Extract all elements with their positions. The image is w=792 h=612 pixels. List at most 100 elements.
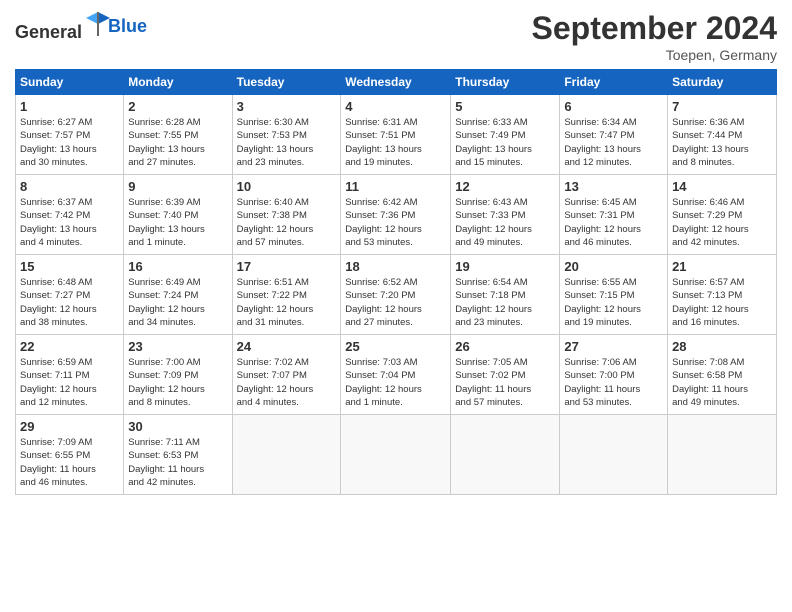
- table-row: 2 Sunrise: 6:28 AM Sunset: 7:55 PM Daylig…: [124, 95, 232, 175]
- day-number: 25: [345, 339, 446, 354]
- table-row: 7 Sunrise: 6:36 AM Sunset: 7:44 PM Daylig…: [668, 95, 777, 175]
- calendar-table: Sunday Monday Tuesday Wednesday Thursday…: [15, 69, 777, 495]
- day-info: Sunrise: 6:37 AM Sunset: 7:42 PM Dayligh…: [20, 196, 119, 249]
- table-row: 20Sunrise: 6:55 AM Sunset: 7:15 PM Dayli…: [560, 255, 668, 335]
- day-number: 21: [672, 259, 772, 274]
- logo-general: General: [15, 22, 82, 42]
- col-tuesday: Tuesday: [232, 70, 341, 95]
- day-number: 8: [20, 179, 119, 194]
- table-row: [560, 415, 668, 495]
- calendar-header: General Blue September 2024 Toepen, Germ…: [15, 10, 777, 63]
- col-sunday: Sunday: [16, 70, 124, 95]
- table-row: [341, 415, 451, 495]
- table-row: [668, 415, 777, 495]
- day-number: 4: [345, 99, 446, 114]
- table-row: 9 Sunrise: 6:39 AM Sunset: 7:40 PM Daylig…: [124, 175, 232, 255]
- month-title: September 2024: [532, 10, 777, 47]
- day-number: 29: [20, 419, 119, 434]
- calendar-page: General Blue September 2024 Toepen, Germ…: [0, 0, 792, 505]
- day-info: Sunrise: 7:08 AM Sunset: 6:58 PM Dayligh…: [672, 356, 772, 409]
- table-row: 23 Sunrise: 7:00 AM Sunset: 7:09 PM Dayli…: [124, 335, 232, 415]
- day-info: Sunrise: 6:46 AM Sunset: 7:29 PM Dayligh…: [672, 196, 772, 249]
- day-number: 17: [237, 259, 337, 274]
- table-row: 13 Sunrise: 6:45 AM Sunset: 7:31 PM Dayli…: [560, 175, 668, 255]
- day-info: Sunrise: 7:02 AM Sunset: 7:07 PM Dayligh…: [237, 356, 337, 409]
- calendar-header-row: Sunday Monday Tuesday Wednesday Thursday…: [16, 70, 777, 95]
- col-monday: Monday: [124, 70, 232, 95]
- day-number: 30: [128, 419, 227, 434]
- day-number: 22: [20, 339, 119, 354]
- day-number: 12: [455, 179, 555, 194]
- table-row: 22Sunrise: 6:59 AM Sunset: 7:11 PM Dayli…: [16, 335, 124, 415]
- table-row: [232, 415, 341, 495]
- day-number: 18: [345, 259, 446, 274]
- table-row: 17 Sunrise: 6:51 AM Sunset: 7:22 PM Dayli…: [232, 255, 341, 335]
- table-row: 11Sunrise: 6:42 AM Sunset: 7:36 PM Dayli…: [341, 175, 451, 255]
- table-row: 16Sunrise: 6:49 AM Sunset: 7:24 PM Dayli…: [124, 255, 232, 335]
- table-row: 30 Sunrise: 7:11 AM Sunset: 6:53 PM Dayli…: [124, 415, 232, 495]
- table-row: 29 Sunrise: 7:09 AM Sunset: 6:55 PM Dayli…: [16, 415, 124, 495]
- day-number: 10: [237, 179, 337, 194]
- day-info: Sunrise: 6:30 AM Sunset: 7:53 PM Dayligh…: [237, 116, 337, 169]
- day-info: Sunrise: 6:36 AM Sunset: 7:44 PM Dayligh…: [672, 116, 772, 169]
- table-row: 6 Sunrise: 6:34 AM Sunset: 7:47 PM Daylig…: [560, 95, 668, 175]
- table-row: 4 Sunrise: 6:31 AM Sunset: 7:51 PM Daylig…: [341, 95, 451, 175]
- day-info: Sunrise: 7:11 AM Sunset: 6:53 PM Dayligh…: [128, 436, 227, 489]
- table-row: 25 Sunrise: 7:03 AM Sunset: 7:04 PM Dayli…: [341, 335, 451, 415]
- day-number: 6: [564, 99, 663, 114]
- day-info: Sunrise: 6:33 AM Sunset: 7:49 PM Dayligh…: [455, 116, 555, 169]
- table-row: 19Sunrise: 6:54 AM Sunset: 7:18 PM Dayli…: [451, 255, 560, 335]
- table-row: 18Sunrise: 6:52 AM Sunset: 7:20 PM Dayli…: [341, 255, 451, 335]
- table-row: 21Sunrise: 6:57 AM Sunset: 7:13 PM Dayli…: [668, 255, 777, 335]
- day-info: Sunrise: 6:28 AM Sunset: 7:55 PM Dayligh…: [128, 116, 227, 169]
- calendar-week-row: 22Sunrise: 6:59 AM Sunset: 7:11 PM Dayli…: [16, 335, 777, 415]
- day-info: Sunrise: 6:45 AM Sunset: 7:31 PM Dayligh…: [564, 196, 663, 249]
- day-number: 27: [564, 339, 663, 354]
- table-row: 26 Sunrise: 7:05 AM Sunset: 7:02 PM Dayli…: [451, 335, 560, 415]
- day-number: 1: [20, 99, 119, 114]
- table-row: 8 Sunrise: 6:37 AM Sunset: 7:42 PM Daylig…: [16, 175, 124, 255]
- col-saturday: Saturday: [668, 70, 777, 95]
- calendar-week-row: 1Sunrise: 6:27 AM Sunset: 7:57 PM Daylig…: [16, 95, 777, 175]
- table-row: 24 Sunrise: 7:02 AM Sunset: 7:07 PM Dayli…: [232, 335, 341, 415]
- day-number: 26: [455, 339, 555, 354]
- col-wednesday: Wednesday: [341, 70, 451, 95]
- day-number: 24: [237, 339, 337, 354]
- day-number: 20: [564, 259, 663, 274]
- day-number: 11: [345, 179, 446, 194]
- day-info: Sunrise: 6:51 AM Sunset: 7:22 PM Dayligh…: [237, 276, 337, 329]
- table-row: 1Sunrise: 6:27 AM Sunset: 7:57 PM Daylig…: [16, 95, 124, 175]
- day-number: 13: [564, 179, 663, 194]
- day-number: 3: [237, 99, 337, 114]
- day-number: 5: [455, 99, 555, 114]
- day-number: 14: [672, 179, 772, 194]
- calendar-week-row: 29 Sunrise: 7:09 AM Sunset: 6:55 PM Dayli…: [16, 415, 777, 495]
- day-info: Sunrise: 7:05 AM Sunset: 7:02 PM Dayligh…: [455, 356, 555, 409]
- day-info: Sunrise: 6:34 AM Sunset: 7:47 PM Dayligh…: [564, 116, 663, 169]
- table-row: 28Sunrise: 7:08 AM Sunset: 6:58 PM Dayli…: [668, 335, 777, 415]
- day-number: 16: [128, 259, 227, 274]
- day-number: 7: [672, 99, 772, 114]
- day-info: Sunrise: 7:06 AM Sunset: 7:00 PM Dayligh…: [564, 356, 663, 409]
- day-number: 9: [128, 179, 227, 194]
- day-info: Sunrise: 6:54 AM Sunset: 7:18 PM Dayligh…: [455, 276, 555, 329]
- day-info: Sunrise: 7:03 AM Sunset: 7:04 PM Dayligh…: [345, 356, 446, 409]
- day-info: Sunrise: 6:40 AM Sunset: 7:38 PM Dayligh…: [237, 196, 337, 249]
- day-number: 2: [128, 99, 227, 114]
- calendar-body: 1Sunrise: 6:27 AM Sunset: 7:57 PM Daylig…: [16, 95, 777, 495]
- day-number: 23: [128, 339, 227, 354]
- location: Toepen, Germany: [532, 47, 777, 63]
- table-row: 14 Sunrise: 6:46 AM Sunset: 7:29 PM Dayli…: [668, 175, 777, 255]
- day-info: Sunrise: 7:09 AM Sunset: 6:55 PM Dayligh…: [20, 436, 119, 489]
- day-info: Sunrise: 7:00 AM Sunset: 7:09 PM Dayligh…: [128, 356, 227, 409]
- calendar-week-row: 15 Sunrise: 6:48 AM Sunset: 7:27 PM Dayli…: [16, 255, 777, 335]
- table-row: [451, 415, 560, 495]
- day-info: Sunrise: 6:48 AM Sunset: 7:27 PM Dayligh…: [20, 276, 119, 329]
- day-info: Sunrise: 6:31 AM Sunset: 7:51 PM Dayligh…: [345, 116, 446, 169]
- col-thursday: Thursday: [451, 70, 560, 95]
- day-info: Sunrise: 6:43 AM Sunset: 7:33 PM Dayligh…: [455, 196, 555, 249]
- day-number: 15: [20, 259, 119, 274]
- day-info: Sunrise: 6:39 AM Sunset: 7:40 PM Dayligh…: [128, 196, 227, 249]
- table-row: 3 Sunrise: 6:30 AM Sunset: 7:53 PM Daylig…: [232, 95, 341, 175]
- logo-blue-text: Blue: [108, 16, 147, 37]
